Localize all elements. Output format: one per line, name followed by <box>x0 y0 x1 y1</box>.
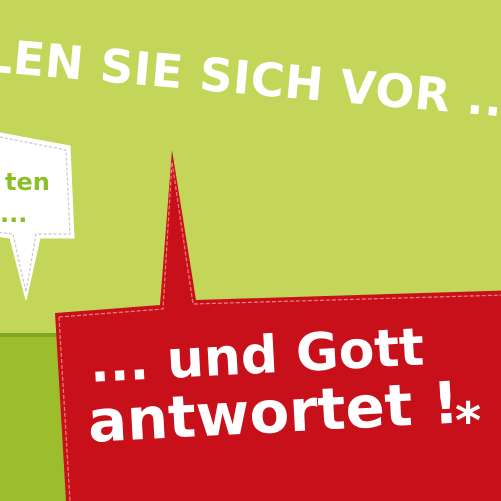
small-bubble-line-2: ... <box>0 200 28 228</box>
asterisk-footnote-mark: * <box>455 392 482 450</box>
small-bubble-line-1: ten <box>5 168 50 196</box>
